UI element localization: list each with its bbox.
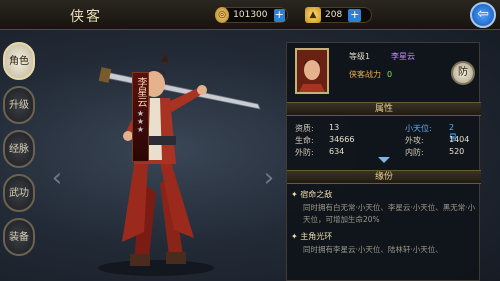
fate-title: ✦ 主角光环 (291, 232, 333, 241)
tab-label: 武功 (9, 187, 29, 199)
stat-outer-defense: 外防: 634 (295, 147, 344, 158)
fate-header: 缘份 (287, 170, 481, 184)
stat-label: 小天位: (405, 124, 432, 133)
profile-name: 李星云 (391, 52, 415, 61)
tab-label: 升级 (9, 99, 29, 111)
prev-character-arrow[interactable]: ‹ (50, 158, 64, 198)
stat-inner-defense: 内防: 520 (405, 147, 464, 158)
power-label: 侠客战力 (349, 70, 381, 79)
top-bar: 侠客 ◎ 101300 + ▲ 208 + ⇦ (0, 0, 500, 30)
next-character-arrow[interactable]: › (262, 158, 276, 198)
fate-desc: 同时拥有李星云·小天位、陆林轩·小天位、 (303, 245, 443, 254)
power-value: 0 (387, 70, 393, 79)
stat-label: 生命: (295, 136, 314, 145)
tab-label: 经脉 (9, 143, 29, 155)
character-name: 李星云 (135, 77, 146, 107)
stat-value: 634 (329, 147, 345, 156)
stat-value: 13 (329, 123, 340, 132)
tab-martial-arts[interactable]: 武功 (3, 174, 35, 212)
side-tabs: 角色 升级 经脉 武功 装备 (3, 42, 41, 262)
fate-title-text: 宿命之敌 (300, 190, 333, 199)
tab-role[interactable]: 角色 (3, 42, 35, 80)
stat-label: 资质: (295, 124, 314, 133)
combat-power: 侠客战力 0 (349, 69, 392, 80)
character-display: ‹ › 李星云 ★ ★ ★ (48, 32, 280, 278)
attribute-grid: 资质: 13 小天位: 2星 生命: 34666 外攻: 1404 外防: 634 内防:… (287, 117, 481, 157)
expand-arrow-icon[interactable] (378, 157, 390, 163)
character-name-banner: 李星云 ★ ★ ★ (132, 72, 149, 162)
copper-value: 101300 (233, 10, 268, 20)
stat-value: 520 (449, 147, 465, 156)
copper-resource: ◎ 101300 + (215, 7, 288, 23)
tab-upgrade[interactable]: 升级 (3, 86, 35, 124)
gold-ingot-icon: ▲ (305, 7, 321, 23)
character-portrait (295, 48, 329, 94)
tab-meridian[interactable]: 经脉 (3, 130, 35, 168)
level-label: 等级1 (349, 52, 371, 61)
info-panel: 等级1 李星云 侠客战力 0 防 属性 资质: 13 小天位: 2星 生命: 34666… (286, 42, 481, 281)
stat-outer-attack: 外攻: 1404 (405, 135, 469, 146)
stat-label: 外防: (295, 148, 314, 157)
portrait-image (297, 50, 327, 92)
attributes-header: 属性 (287, 102, 481, 116)
fate-title: ✦ 宿命之敌 (291, 190, 333, 199)
add-gold-button[interactable]: + (348, 8, 362, 22)
back-arrow-icon: ⇦ (477, 6, 489, 22)
stat-value: 1404 (449, 135, 470, 144)
fate-title-text: 主角光环 (300, 232, 333, 241)
game-screen: 侠客 ◎ 101300 + ▲ 208 + ⇦ 角色 升级 经脉 武功 装备 ‹… (0, 0, 500, 281)
fate-item: ✦ 主角光环 同时拥有李星云·小天位、陆林轩·小天位、 (287, 231, 481, 256)
fate-desc: 同时拥有白无常·小天位、李星云·小天位、黑无常·小天位，可增加生命20% (303, 203, 476, 224)
fate-item: ✦ 宿命之敌 同时拥有白无常·小天位、李星云·小天位、黑无常·小天位，可增加生命… (287, 189, 481, 226)
star-rating: ★ ★ ★ (136, 109, 145, 134)
gold-resource: ▲ 208 + (305, 7, 372, 23)
page-title: 侠客 (70, 9, 102, 25)
stat-label: 内防: (405, 148, 424, 157)
gold-value: 208 (325, 10, 343, 20)
swordsman-figure (98, 54, 261, 276)
stat-hp: 生命: 34666 (295, 135, 354, 146)
back-button[interactable]: ⇦ (470, 2, 496, 28)
tab-label: 角色 (9, 55, 29, 67)
stat-value: 34666 (329, 135, 355, 144)
defense-button[interactable]: 防 (451, 61, 475, 85)
stat-rank: 小天位: 2星 (405, 123, 457, 142)
stat-label: 外攻: (405, 136, 424, 145)
copper-coin-icon: ◎ (215, 7, 230, 23)
tab-label: 装备 (9, 231, 29, 243)
tab-equipment[interactable]: 装备 (3, 218, 35, 256)
add-copper-button[interactable]: + (273, 8, 285, 22)
stat-aptitude: 资质: 13 (295, 123, 339, 134)
